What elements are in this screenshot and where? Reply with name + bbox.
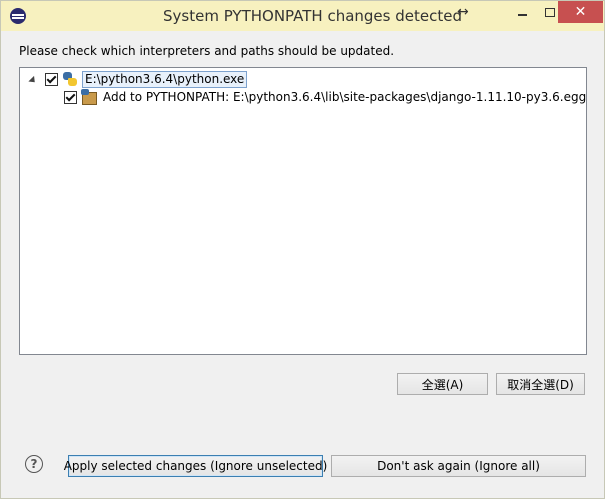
path-checkbox[interactable]	[64, 90, 77, 104]
instruction-text: Please check which interpreters and path…	[19, 44, 395, 58]
minimize-button[interactable]	[509, 1, 536, 23]
dialog-content: Please check which interpreters and path…	[1, 31, 604, 498]
path-label[interactable]: Add to PYTHONPATH: E:\python3.6.4\lib\si…	[103, 90, 586, 104]
python-icon	[62, 71, 78, 87]
select-all-button[interactable]: 全選(A)	[397, 373, 488, 395]
dont-ask-again-button[interactable]: Don't ask again (Ignore all)	[331, 455, 586, 477]
close-button[interactable]: ✕	[558, 1, 603, 23]
egg-package-icon	[81, 89, 97, 105]
apply-selected-button[interactable]: Apply selected changes (Ignore unselecte…	[64, 455, 327, 477]
app-icon[interactable]	[10, 8, 26, 24]
help-icon[interactable]: ?	[25, 455, 43, 473]
window-title: System PYTHONPATH changes detected	[163, 7, 462, 25]
tree-row-path[interactable]: Add to PYTHONPATH: E:\python3.6.4\lib\si…	[64, 88, 586, 106]
deselect-all-button[interactable]: 取消全選(D)	[496, 373, 585, 395]
interpreter-label[interactable]: E:\python3.6.4\python.exe	[82, 70, 248, 88]
title-bar[interactable]: System PYTHONPATH changes detected ↔ ✕	[1, 1, 604, 31]
interpreter-tree[interactable]: E:\python3.6.4\python.exe Add to PYTHONP…	[19, 67, 587, 355]
resize-icon: ↔	[457, 4, 469, 20]
dialog-window: System PYTHONPATH changes detected ↔ ✕ P…	[0, 0, 605, 499]
expand-arrow-icon[interactable]	[28, 75, 38, 85]
interpreter-checkbox[interactable]	[45, 72, 58, 86]
tree-row-interpreter[interactable]: E:\python3.6.4\python.exe	[28, 70, 248, 88]
